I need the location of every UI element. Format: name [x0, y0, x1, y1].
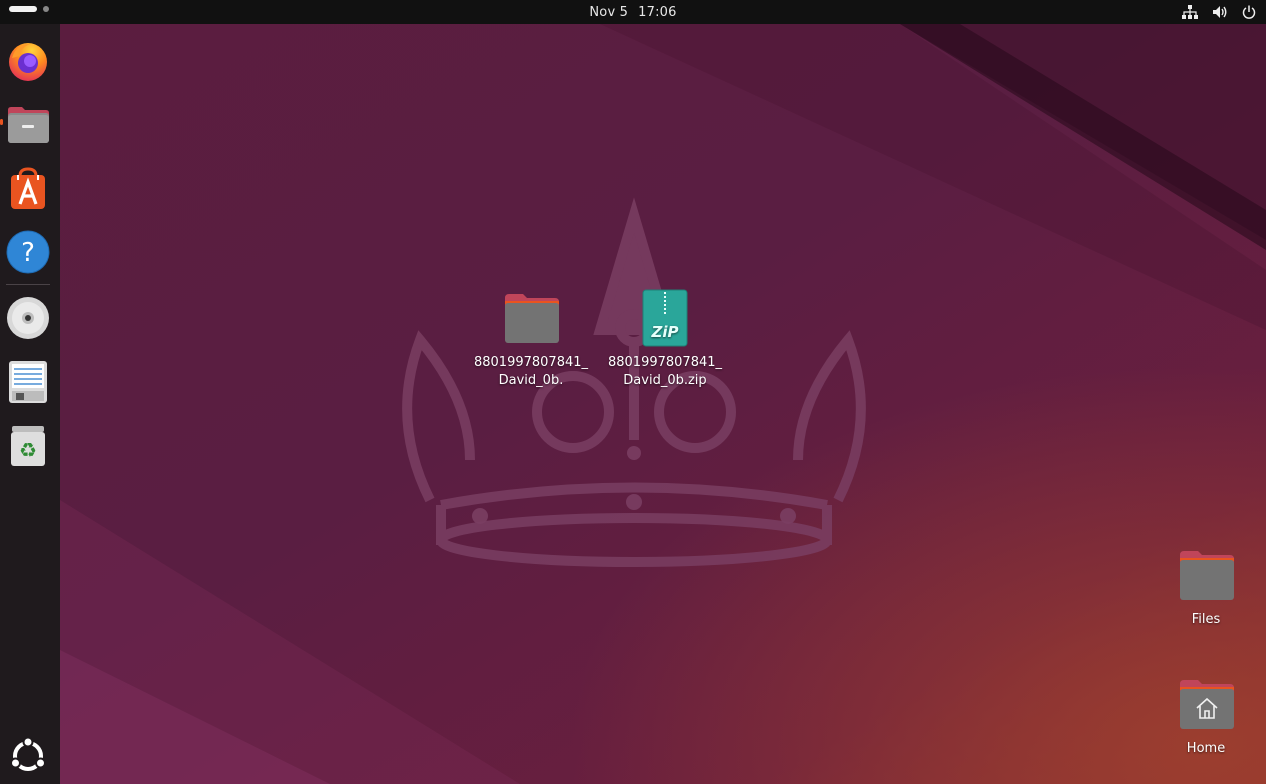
desktop-item-label: David_0b. — [498, 373, 564, 388]
desktop-item-label: Home — [1186, 741, 1226, 756]
dock-item-disc[interactable] — [4, 294, 52, 342]
dock-item-app-center[interactable] — [4, 164, 52, 212]
desktop-item-zip[interactable]: ZiP 8801997807841_ David_0b.zip — [605, 288, 725, 389]
dock-item-help[interactable]: ? — [4, 228, 52, 276]
clock-time: 17:06 — [638, 4, 677, 20]
svg-text:ZiP: ZiP — [650, 323, 678, 341]
clock-date: Nov 5 — [589, 4, 629, 20]
top-bar: Nov 5 17:06 — [0, 0, 1266, 24]
system-tray[interactable] — [1182, 0, 1256, 24]
activities-indicator[interactable] — [9, 6, 49, 12]
clock[interactable]: Nov 5 17:06 — [0, 0, 1266, 24]
dock-item-firefox[interactable] — [4, 36, 52, 84]
network-icon[interactable] — [1182, 5, 1198, 19]
workspace-indicator — [43, 6, 49, 12]
power-icon[interactable] — [1242, 5, 1256, 19]
show-apps-button[interactable] — [4, 732, 52, 780]
workspace-active-indicator — [9, 6, 37, 12]
ubuntu-show-apps-icon — [10, 736, 46, 771]
svg-text:?: ? — [21, 238, 35, 268]
dock-item-text-editor[interactable] — [4, 358, 52, 406]
text-editor-icon — [9, 361, 47, 403]
dock-item-files[interactable] — [4, 100, 52, 148]
files-icon — [8, 107, 49, 143]
help-icon: ? — [6, 230, 50, 274]
folder-icon — [1180, 551, 1234, 600]
folder-icon — [505, 294, 559, 343]
trash-icon: ♻ — [11, 426, 45, 466]
zip-archive-icon: ZiP — [642, 289, 688, 347]
dock-separator — [6, 284, 50, 285]
desktop[interactable]: Nov 5 17:06 ? ♻ 8801997807841_ David_0b.… — [0, 0, 1266, 784]
svg-text:♻: ♻ — [19, 438, 37, 462]
desktop-item-label: 8801997807841_ — [473, 355, 589, 370]
volume-icon[interactable] — [1212, 5, 1228, 19]
dock: ? ♻ — [0, 24, 60, 784]
desktop-item-label: David_0b.zip — [623, 373, 707, 388]
running-indicator — [0, 119, 3, 125]
desktop-item-folder[interactable]: 8801997807841_ David_0b. — [471, 288, 591, 389]
home-folder-icon — [1180, 680, 1234, 729]
wallpaper — [0, 24, 1266, 784]
desktop-item-files[interactable]: Files — [1146, 545, 1266, 628]
app-center-icon — [11, 167, 45, 209]
dock-item-trash[interactable]: ♻ — [4, 422, 52, 470]
desktop-item-label: 8801997807841_ — [607, 355, 723, 370]
firefox-icon — [9, 43, 47, 81]
desktop-item-home[interactable]: Home — [1146, 674, 1266, 757]
desktop-item-label: Files — [1191, 612, 1221, 627]
disc-icon — [7, 297, 49, 339]
